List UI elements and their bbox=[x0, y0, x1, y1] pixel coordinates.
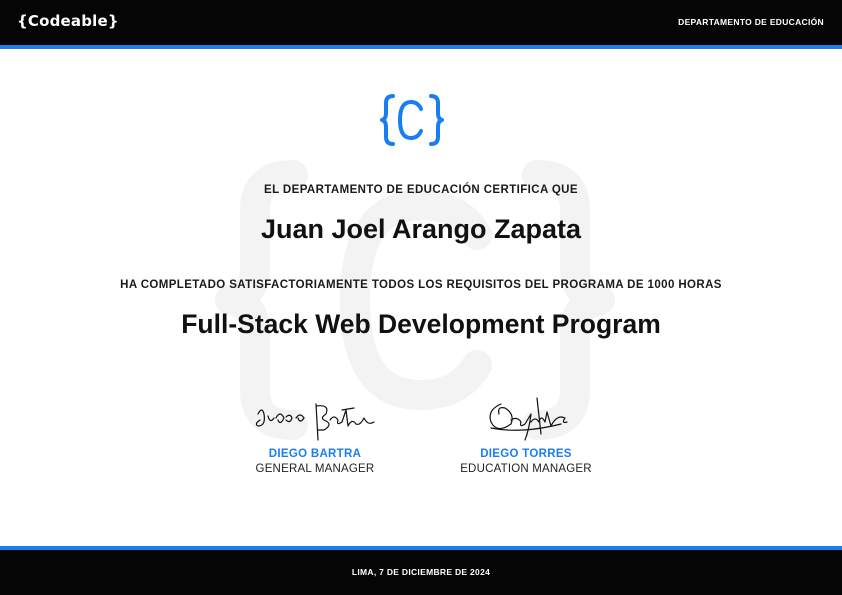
signatory-name: DIEGO TORRES bbox=[480, 448, 572, 460]
issue-date: LIMA, 7 DE DICIEMBRE DE 2024 bbox=[351, 567, 491, 577]
completion-statement: HA COMPLETADO SATISFACTORIAMENTE TODOS L… bbox=[120, 279, 722, 291]
signatory-role: EDUCATION MANAGER bbox=[460, 463, 592, 475]
program-title: Full-Stack Web Development Program bbox=[181, 309, 661, 339]
certifies-statement: EL DEPARTAMENTO DE EDUCACIÓN CERTIFICA Q… bbox=[264, 184, 578, 196]
footer-bar: LIMA, 7 DE DICIEMBRE DE 2024 bbox=[0, 546, 842, 595]
brand-logo-text: {Codeable} bbox=[17, 12, 119, 30]
handwritten-signature-icon bbox=[489, 397, 568, 441]
department-label: DEPARTAMENTO DE EDUCACIÓN bbox=[678, 17, 824, 27]
signature-block-general-manager: DIEGO BARTRA GENERAL MANAGER bbox=[215, 396, 415, 475]
signature-block-education-manager: DIEGO TORRES EDUCATION MANAGER bbox=[426, 394, 626, 475]
signatory-name: DIEGO BARTRA bbox=[268, 448, 362, 460]
header-bar: {Codeable} DEPARTAMENTO DE EDUCACIÓN bbox=[0, 0, 842, 49]
recipient-name: Juan Joel Arango Zapata bbox=[260, 214, 582, 244]
codeable-logo-icon bbox=[380, 94, 444, 146]
signatory-role: GENERAL MANAGER bbox=[255, 463, 375, 475]
handwritten-signature-icon bbox=[255, 403, 375, 441]
